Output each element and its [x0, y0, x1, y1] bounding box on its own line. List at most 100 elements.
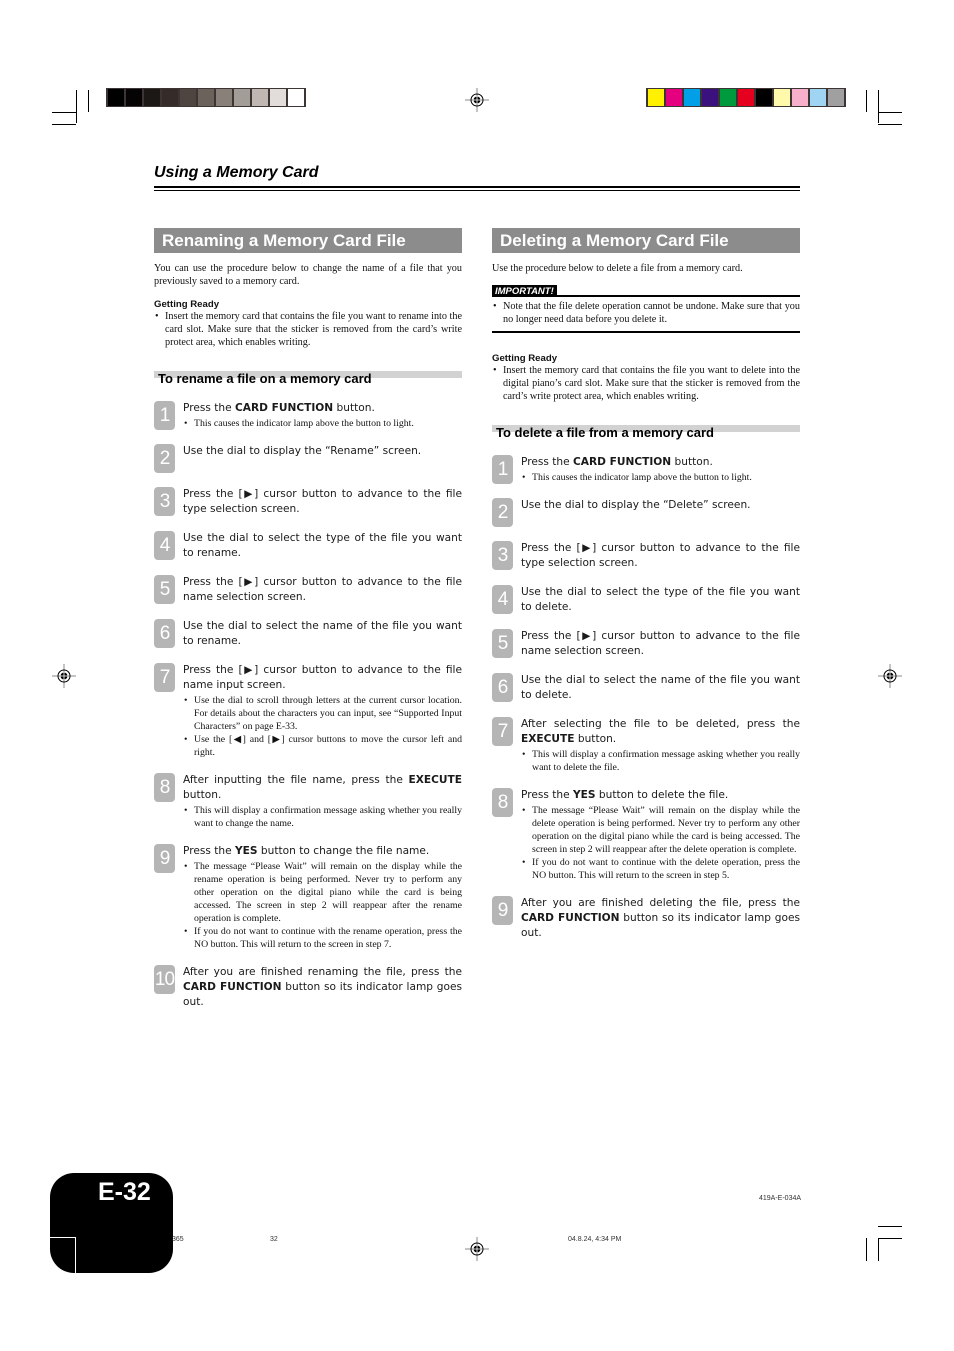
bullet-item: This causes the indicator lamp above the… [183, 417, 462, 430]
step-text: After you are finished deleting the file… [521, 897, 800, 939]
important-notice: IMPORTANT! Note that the file delete ope… [492, 285, 800, 333]
important-list: Note that the file delete operation cann… [492, 300, 800, 331]
color-swatch [216, 89, 232, 106]
step-number-badge: 3 [154, 487, 175, 516]
color-swatch [126, 89, 142, 106]
step-text: After you are finished renaming the file… [183, 966, 462, 1008]
color-swatch [810, 89, 826, 106]
color-swatch [234, 89, 250, 106]
color-swatch [720, 89, 736, 106]
step-text: Press the YES button to delete the file. [521, 789, 729, 801]
registration-mark-icon [52, 664, 76, 688]
registration-mark-icon [878, 664, 902, 688]
color-swatch [756, 89, 772, 106]
step-text: Press the [▶] cursor button to advance t… [521, 630, 800, 657]
section-title: Deleting a Memory Card File [492, 228, 800, 253]
step-item: 7 Press the [▶] cursor button to advance … [154, 663, 462, 759]
step-notes: This causes the indicator lamp above the… [183, 417, 462, 430]
getting-ready-title: Getting Ready [492, 353, 558, 364]
step-item: 5 Press the [▶] cursor button to advance … [492, 629, 800, 659]
getting-ready-list: Insert the memory card that contains the… [154, 310, 462, 349]
step-list: 1 Press the CARD FUNCTION button. This cau… [154, 401, 462, 1010]
crop-mark [878, 124, 902, 125]
bullet-item: The message “Please Wait” will remain on… [183, 860, 462, 925]
color-swatch [738, 89, 754, 106]
step-list: 1 Press the CARD FUNCTION button. This cau… [492, 455, 800, 941]
step-text: Use the dial to select the type of the f… [183, 532, 462, 559]
slug-date: 04.8.24, 4:34 PM [568, 1236, 622, 1243]
color-swatch [198, 89, 214, 106]
crop-mark [878, 1238, 879, 1261]
crop-mark [878, 1238, 902, 1239]
step-number-badge: 5 [492, 629, 513, 658]
bullet-item: Insert the memory card that contains the… [492, 364, 800, 403]
step-notes: This will display a confirmation message… [183, 804, 462, 830]
bullet-item: Use the [◀] and [▶] cursor buttons to mo… [183, 733, 462, 759]
step-number-badge: 4 [154, 531, 175, 560]
step-notes: This causes the indicator lamp above the… [521, 471, 800, 484]
header-rule [154, 186, 800, 188]
step-number-badge: 6 [492, 673, 513, 702]
step-notes: The message “Please Wait” will remain on… [521, 804, 800, 882]
slug-file: 365 [172, 1236, 184, 1243]
crop-mark [866, 1238, 867, 1261]
step-text: Press the [▶] cursor button to advance t… [183, 488, 462, 515]
color-swatch [108, 89, 124, 106]
crop-mark [878, 112, 902, 113]
section-intro: Use the procedure below to delete a file… [492, 263, 743, 274]
step-number-badge: 8 [492, 788, 513, 817]
step-number-badge: 7 [154, 663, 175, 692]
step-number-badge: 5 [154, 575, 175, 604]
step-item: 2 Use the dial to display the “Delete” sc… [492, 498, 800, 527]
button-name: CARD FUNCTION [573, 456, 672, 468]
step-number-badge: 1 [492, 455, 513, 484]
step-item: 6 Use the dial to select the name of the … [154, 619, 462, 649]
button-name: EXECUTE [408, 774, 462, 786]
procedure-title-text: To rename a file on a memory card [158, 371, 372, 386]
color-swatch [180, 89, 196, 106]
step-item: 4 Use the dial to select the type of the … [492, 585, 800, 615]
step-item: 9 Press the YES button to change the file… [154, 844, 462, 951]
color-swatch [270, 89, 286, 106]
step-number-badge: 4 [492, 585, 513, 614]
important-rule [492, 331, 800, 333]
bullet-item: If you do not want to continue with the … [183, 925, 462, 951]
step-text: Use the dial to select the name of the f… [521, 674, 800, 701]
step-number-badge: 9 [492, 896, 513, 925]
step-text: After inputting the file name, press the… [183, 774, 462, 801]
bullet-item: This will display a confirmation message… [521, 748, 800, 774]
step-number-badge: 2 [492, 498, 513, 527]
procedure-title: To rename a file on a memory card [154, 371, 462, 386]
color-swatch [666, 89, 682, 106]
step-number-badge: 1 [154, 401, 175, 430]
color-swatch [144, 89, 160, 106]
step-notes: This will display a confirmation message… [521, 748, 800, 774]
bullet-item: If you do not want to continue with the … [521, 856, 800, 882]
step-item: 10 After you are finished renaming the fi… [154, 965, 462, 1010]
rename-section: Renaming a Memory Card File You can use … [154, 228, 462, 1024]
step-text: Use the dial to display the “Delete” scr… [521, 499, 751, 511]
step-text: Press the CARD FUNCTION button. [183, 402, 375, 414]
step-item: 8 Press the YES button to delete the file… [492, 788, 800, 882]
slug-page: 32 [270, 1236, 278, 1243]
step-item: 2 Use the dial to display the “Rename” sc… [154, 444, 462, 473]
step-item: 1 Press the CARD FUNCTION button. This cau… [154, 401, 462, 430]
step-number-badge: 2 [154, 444, 175, 473]
step-item: 6 Use the dial to select the name of the … [492, 673, 800, 703]
crop-mark [52, 124, 76, 125]
crop-mark [878, 1226, 902, 1227]
bullet-item: This will display a confirmation message… [183, 804, 462, 830]
step-number-badge: 7 [492, 717, 513, 746]
color-swatch [702, 89, 718, 106]
step-item: 3 Press the [▶] cursor button to advance … [492, 541, 800, 571]
delete-section: Deleting a Memory Card File Use the proc… [492, 228, 800, 955]
page-number: E-32 [98, 1178, 151, 1206]
button-name: YES [573, 789, 596, 801]
button-name: CARD FUNCTION [235, 402, 334, 414]
bullet-item: Use the dial to scroll through letters a… [183, 694, 462, 733]
step-text: Press the CARD FUNCTION button. [521, 456, 713, 468]
step-notes: Use the dial to scroll through letters a… [183, 694, 462, 759]
crop-mark [88, 90, 89, 112]
important-rule [556, 295, 800, 297]
color-swatch [288, 89, 304, 106]
